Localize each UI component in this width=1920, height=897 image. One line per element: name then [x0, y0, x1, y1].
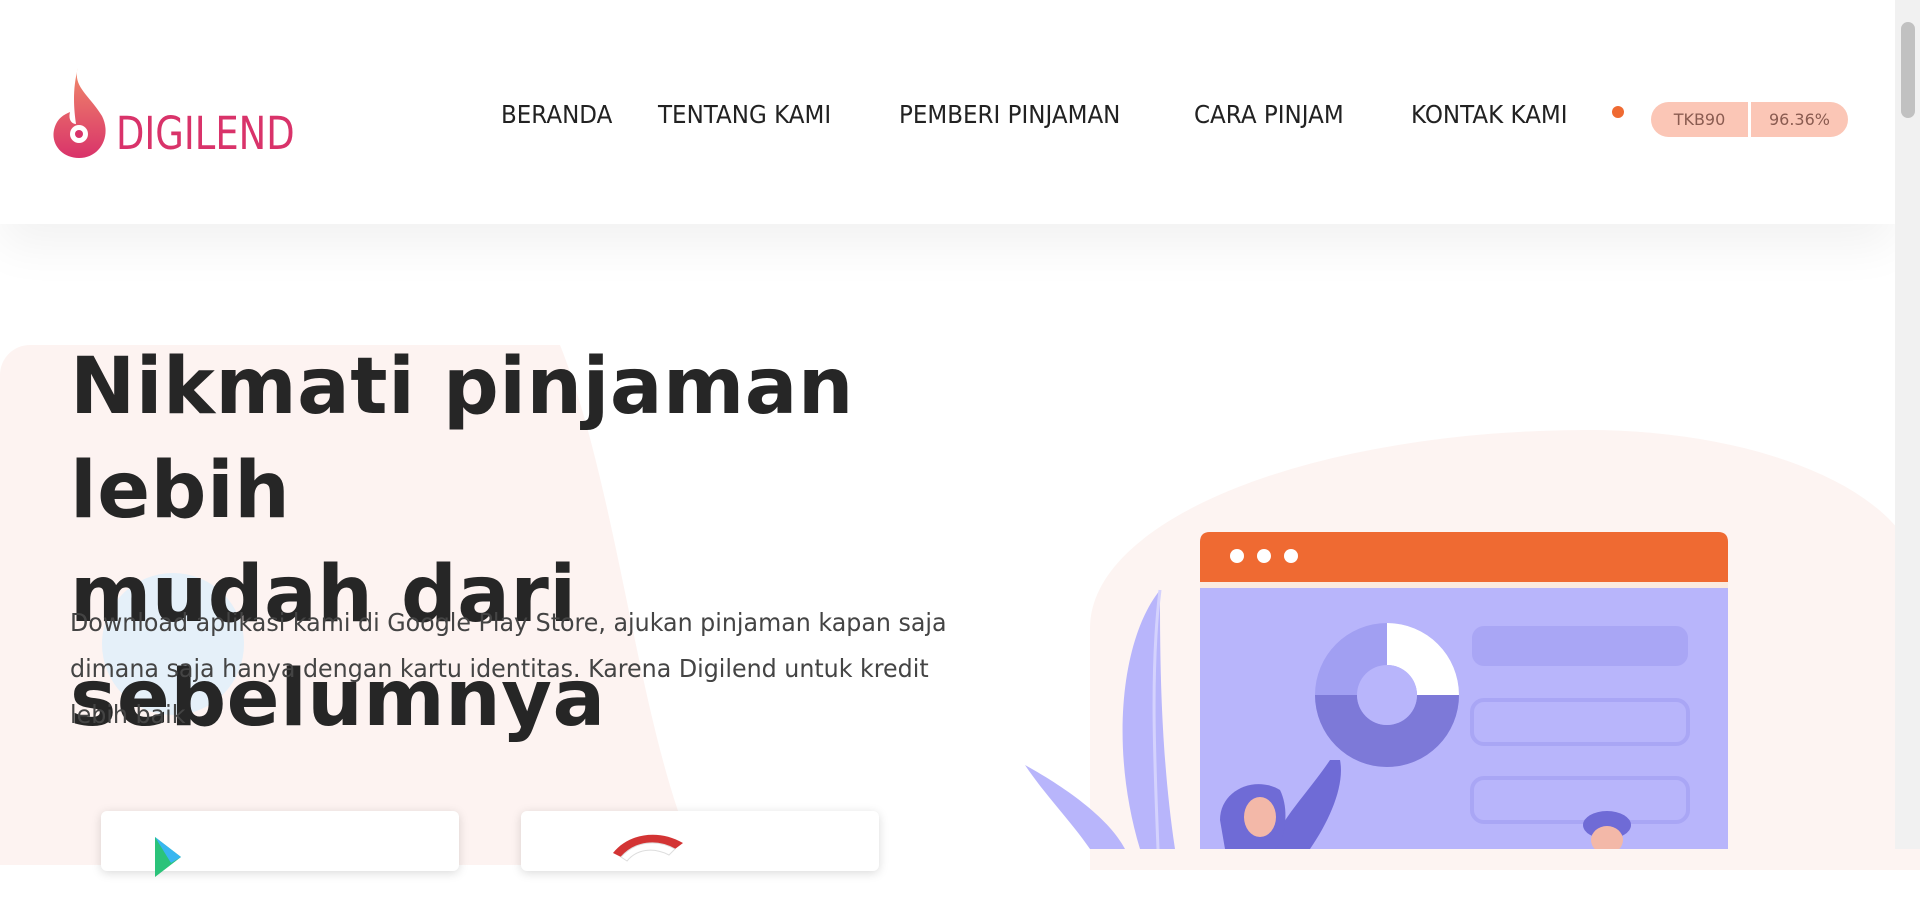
tkb-value: 96.36% — [1751, 102, 1848, 137]
google-play-button[interactable] — [101, 811, 459, 877]
nav-item-beranda[interactable]: BERANDA — [501, 100, 612, 129]
brand-name: DIGILEND — [116, 107, 295, 160]
nav-item-pemberi-pinjaman[interactable]: PEMBERI PINJAMAN — [899, 100, 1129, 129]
garuda-badge-button[interactable] — [521, 811, 879, 871]
hero-illustration — [1025, 532, 1728, 849]
nav-item-cara-pinjam[interactable]: CARA PINJAM — [1194, 100, 1352, 129]
main-nav: BERANDA TENTANG KAMI PEMBERI PINJAMAN CA… — [501, 100, 1624, 129]
nav-item-tentang-kami[interactable]: TENTANG KAMI — [658, 100, 838, 129]
hero-description: Download aplikasi kami di Google Play St… — [70, 608, 947, 729]
scrollbar-thumb[interactable] — [1901, 22, 1915, 118]
nav-item-kontak-kami[interactable]: KONTAK KAMI — [1411, 100, 1581, 129]
google-play-icon — [155, 837, 181, 877]
site-header: DIGILEND BERANDA TENTANG KAMI PEMBERI PI… — [0, 0, 1895, 224]
flame-logo-icon — [53, 68, 106, 158]
brand-logo[interactable]: DIGILEND — [50, 66, 334, 160]
page-scrollbar[interactable] — [1895, 0, 1920, 849]
status-dot-icon — [1612, 105, 1624, 118]
hero-title-line-1: Nikmati pinjaman lebih — [70, 342, 854, 536]
tkb-badge[interactable]: TKB90 96.36% — [1651, 102, 1848, 137]
garuda-badge-icon — [613, 834, 683, 862]
tkb-label: TKB90 — [1651, 102, 1748, 137]
